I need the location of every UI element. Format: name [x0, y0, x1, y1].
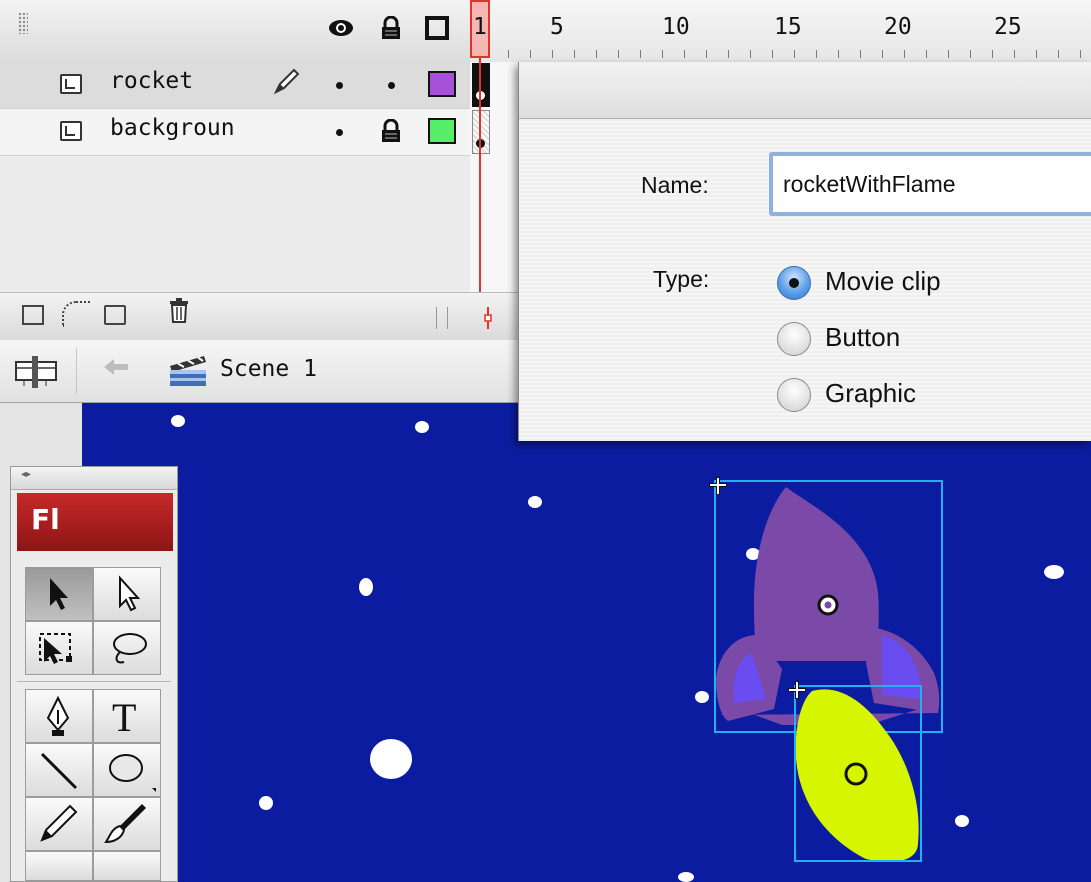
- type-label: Type:: [653, 266, 710, 292]
- pen-nib-icon: [46, 695, 70, 736]
- more-tools-button[interactable]: [93, 851, 161, 881]
- show-hide-all-layers-eye-icon[interactable]: [328, 18, 354, 42]
- movie-clip-radio[interactable]: [777, 266, 811, 300]
- edit-bar-separator: [76, 348, 77, 394]
- pencil-icon: [40, 804, 78, 842]
- flash-logo-text: Fl: [31, 503, 60, 536]
- subselection-tool-button[interactable]: [93, 567, 161, 621]
- star: [695, 691, 709, 703]
- convert-to-symbol-dialog: Name: Type: Movie clip Button Graphic: [518, 62, 1091, 441]
- name-label: Name:: [641, 172, 709, 198]
- panel-grip-icon[interactable]: [18, 12, 28, 34]
- star: [359, 578, 373, 596]
- tools-panel-titlebar[interactable]: ◂▸: [11, 467, 177, 490]
- selection-arrow-icon: [50, 578, 68, 610]
- layer-lock-icon[interactable]: [379, 118, 403, 143]
- brush-icon: [104, 804, 146, 844]
- layer-icon: [60, 121, 82, 141]
- add-motion-guide-icon[interactable]: [62, 301, 90, 327]
- frame-number-15: 15: [774, 14, 802, 40]
- new-folder-icon[interactable]: [104, 305, 126, 325]
- graphic-radio-label[interactable]: Graphic: [825, 378, 916, 409]
- collapse-arrows-icon[interactable]: ◂▸: [21, 469, 31, 480]
- tools-panel: ◂▸ Fl T: [10, 466, 178, 882]
- star: [955, 815, 969, 827]
- flame-registration-point: [844, 762, 868, 786]
- stars: [171, 415, 1064, 882]
- movie-clip-radio-label[interactable]: Movie clip: [825, 266, 941, 297]
- frame-number-10: 10: [662, 14, 690, 40]
- playhead-line: [479, 58, 481, 320]
- pencil-edit-icon: [272, 66, 302, 103]
- line-tool-button[interactable]: [25, 743, 93, 797]
- star: [259, 796, 273, 810]
- visibility-dot[interactable]: [336, 129, 343, 136]
- line-icon: [40, 752, 78, 790]
- frame-number-20: 20: [884, 14, 912, 40]
- layer-icon: [60, 74, 82, 94]
- lock-all-layers-icon[interactable]: [379, 15, 403, 40]
- timeline-toggle-icon[interactable]: [14, 356, 58, 388]
- layer-row-background[interactable]: backgroun: [0, 109, 470, 156]
- free-transform-icon: [39, 633, 72, 664]
- frame-ticks: [508, 50, 1091, 58]
- outline-color-swatch[interactable]: [428, 118, 456, 144]
- more-tools-button[interactable]: [25, 851, 93, 881]
- button-radio[interactable]: [777, 322, 811, 356]
- oval-tool-button[interactable]: [93, 743, 161, 797]
- pen-tool-button[interactable]: [25, 689, 93, 743]
- new-layer-icon[interactable]: [22, 305, 44, 325]
- star: [678, 872, 694, 882]
- tools-separator: [17, 681, 171, 686]
- frame-ruler[interactable]: 5 10 15 20 25: [470, 0, 1091, 63]
- star: [415, 421, 429, 433]
- text-tool-glyph: T: [112, 695, 137, 740]
- scene-clapper-icon: [168, 354, 208, 388]
- graphic-radio[interactable]: [777, 378, 811, 412]
- rocket-body: [754, 487, 879, 661]
- symbol-name-input[interactable]: [769, 152, 1091, 216]
- timeline-header: [0, 0, 470, 63]
- panel-splitter[interactable]: [436, 307, 448, 329]
- visibility-dot[interactable]: [336, 82, 343, 89]
- playhead-marker-icon: [484, 307, 492, 329]
- star: [171, 415, 185, 427]
- keyframe-background[interactable]: [472, 110, 490, 154]
- keyframe-rocket[interactable]: [472, 63, 490, 107]
- large-star: [370, 739, 412, 779]
- lock-dot[interactable]: [388, 82, 395, 89]
- star: [1044, 565, 1064, 579]
- layer-row-rocket[interactable]: rocket: [0, 62, 470, 109]
- frame-number-5: 5: [550, 14, 564, 40]
- layers-empty-area: [0, 156, 470, 292]
- flash-logo-badge: Fl: [17, 493, 173, 551]
- brush-tool-button[interactable]: [93, 797, 161, 851]
- oval-icon: [109, 754, 156, 792]
- subselection-arrow-icon: [119, 575, 141, 612]
- flame-symbol: [788, 681, 922, 862]
- frame-number-25: 25: [994, 14, 1022, 40]
- playhead-frame-number: 1: [473, 14, 487, 40]
- dialog-titlebar[interactable]: [519, 62, 1091, 119]
- text-tool-button[interactable]: T: [93, 689, 161, 743]
- free-transform-tool-button[interactable]: [25, 621, 93, 675]
- layer-name: rocket: [110, 68, 194, 94]
- lasso-tool-button[interactable]: [93, 621, 161, 675]
- scene-breadcrumb[interactable]: Scene 1: [220, 356, 317, 382]
- outline-color-swatch[interactable]: [428, 71, 456, 97]
- pencil-tool-button[interactable]: [25, 797, 93, 851]
- back-arrow-icon[interactable]: [100, 352, 130, 390]
- delete-layer-trash-icon[interactable]: [168, 297, 190, 330]
- lasso-icon: [113, 633, 147, 664]
- show-all-outlines-icon[interactable]: [425, 16, 449, 40]
- stage-canvas[interactable]: [82, 403, 1091, 882]
- star: [528, 496, 542, 508]
- stage-artwork: [171, 415, 1064, 882]
- button-radio-label[interactable]: Button: [825, 322, 900, 353]
- selection-tool-button[interactable]: [25, 567, 93, 621]
- layer-name: backgroun: [110, 115, 235, 141]
